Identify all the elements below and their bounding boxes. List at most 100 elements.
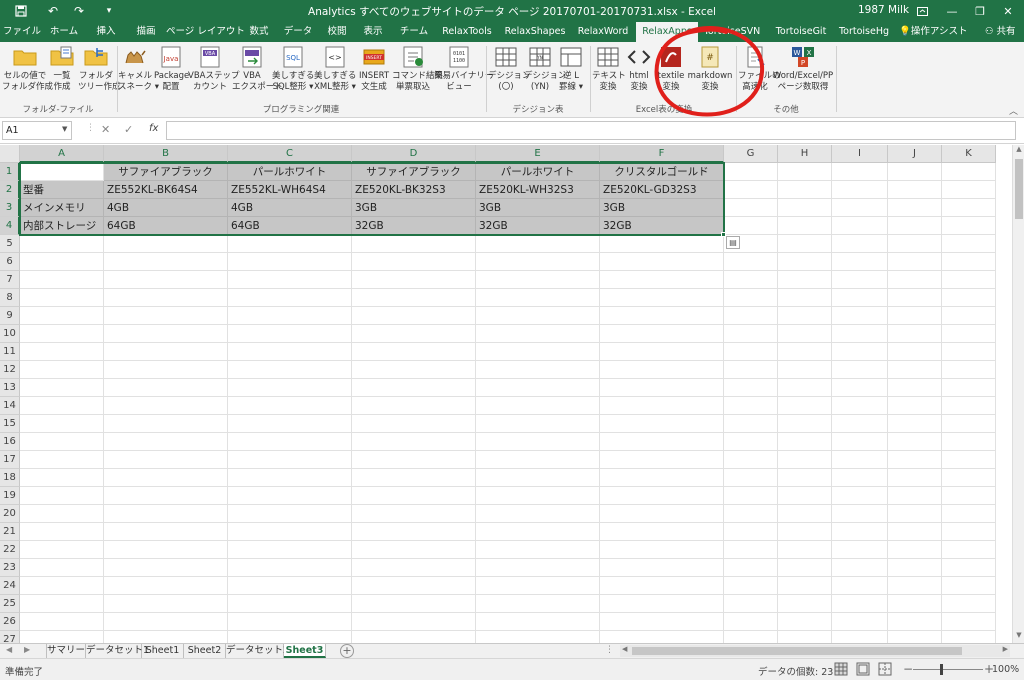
cell-k27[interactable]	[942, 631, 996, 643]
cell-g15[interactable]	[724, 415, 778, 433]
cell-j16[interactable]	[888, 433, 942, 451]
cell-h22[interactable]	[778, 541, 832, 559]
formula-input[interactable]	[166, 121, 1016, 140]
page-break-view-icon[interactable]	[878, 662, 892, 676]
page-layout-view-icon[interactable]	[856, 662, 870, 676]
cell-f27[interactable]	[600, 631, 724, 643]
cell-i4[interactable]	[832, 217, 888, 235]
cell-c15[interactable]	[228, 415, 352, 433]
close-button[interactable]: ✕	[994, 0, 1022, 22]
cell-e23[interactable]	[476, 559, 600, 577]
cell-d24[interactable]	[352, 577, 476, 595]
cell-a20[interactable]	[20, 505, 104, 523]
cell-c17[interactable]	[228, 451, 352, 469]
row-header-14[interactable]: 14	[0, 397, 20, 415]
cell-e9[interactable]	[476, 307, 600, 325]
column-header-k[interactable]: K	[942, 145, 996, 163]
cell-b19[interactable]	[104, 487, 228, 505]
column-header-f[interactable]: F	[600, 145, 724, 163]
cell-d2[interactable]: ZE520KL-BK32S3	[352, 181, 476, 199]
cell-g12[interactable]	[724, 361, 778, 379]
cell-h10[interactable]	[778, 325, 832, 343]
cell-a21[interactable]	[20, 523, 104, 541]
row-header-12[interactable]: 12	[0, 361, 20, 379]
cell-i22[interactable]	[832, 541, 888, 559]
cell-j5[interactable]	[888, 235, 942, 253]
sheet-tab-sheet3[interactable]: Sheet3	[284, 644, 326, 658]
cell-g24[interactable]	[724, 577, 778, 595]
cell-e5[interactable]	[476, 235, 600, 253]
row-header-10[interactable]: 10	[0, 325, 20, 343]
cell-h25[interactable]	[778, 595, 832, 613]
cell-k24[interactable]	[942, 577, 996, 595]
cell-c14[interactable]	[228, 397, 352, 415]
cell-i15[interactable]	[832, 415, 888, 433]
cell-k23[interactable]	[942, 559, 996, 577]
cell-f13[interactable]	[600, 379, 724, 397]
zoom-level[interactable]: 100%	[992, 664, 1019, 675]
cell-h23[interactable]	[778, 559, 832, 577]
cell-d8[interactable]	[352, 289, 476, 307]
cell-f6[interactable]	[600, 253, 724, 271]
cell-i1[interactable]	[832, 163, 888, 181]
cell-i25[interactable]	[832, 595, 888, 613]
cell-f4[interactable]: 32GB	[600, 217, 724, 235]
cell-d9[interactable]	[352, 307, 476, 325]
cell-d11[interactable]	[352, 343, 476, 361]
cell-f1[interactable]: クリスタルゴールド	[600, 163, 724, 181]
scroll-left-icon[interactable]: ◀	[622, 645, 627, 653]
cell-f9[interactable]	[600, 307, 724, 325]
scroll-right-icon[interactable]: ▶	[1003, 645, 1008, 653]
row-header-11[interactable]: 11	[0, 343, 20, 361]
cell-e4[interactable]: 32GB	[476, 217, 600, 235]
cell-f12[interactable]	[600, 361, 724, 379]
camel-snake-button[interactable]: キャメル スネーク ▾	[118, 45, 159, 101]
cell-g2[interactable]	[724, 181, 778, 199]
xml-format-button[interactable]: <> 美しすぎる XML整形 ▾	[314, 45, 356, 101]
cell-a27[interactable]	[20, 631, 104, 643]
ribbon-display-icon[interactable]	[908, 0, 936, 22]
cell-b18[interactable]	[104, 469, 228, 487]
cell-g14[interactable]	[724, 397, 778, 415]
cell-d12[interactable]	[352, 361, 476, 379]
cell-e2[interactable]: ZE520KL-WH32S3	[476, 181, 600, 199]
sheet-tab-dataset1[interactable]: データセット1	[86, 644, 149, 658]
cell-i3[interactable]	[832, 199, 888, 217]
cell-c4[interactable]: 64GB	[228, 217, 352, 235]
cell-e17[interactable]	[476, 451, 600, 469]
row-header-3[interactable]: 3	[0, 199, 20, 217]
cell-b9[interactable]	[104, 307, 228, 325]
cell-h27[interactable]	[778, 631, 832, 643]
cell-b22[interactable]	[104, 541, 228, 559]
cell-k7[interactable]	[942, 271, 996, 289]
cell-g17[interactable]	[724, 451, 778, 469]
cell-j4[interactable]	[888, 217, 942, 235]
create-folder-from-cell-button[interactable]: セルの値で フォルダ作成	[2, 45, 53, 101]
cell-h8[interactable]	[778, 289, 832, 307]
cell-h19[interactable]	[778, 487, 832, 505]
cell-d14[interactable]	[352, 397, 476, 415]
cell-f20[interactable]	[600, 505, 724, 523]
cell-k12[interactable]	[942, 361, 996, 379]
customize-quick-access-icon[interactable]: ▾	[96, 2, 122, 20]
column-header-d[interactable]: D	[352, 145, 476, 163]
cell-g8[interactable]	[724, 289, 778, 307]
cell-f14[interactable]	[600, 397, 724, 415]
cell-d10[interactable]	[352, 325, 476, 343]
cell-f10[interactable]	[600, 325, 724, 343]
cell-k17[interactable]	[942, 451, 996, 469]
cell-i27[interactable]	[832, 631, 888, 643]
cell-b17[interactable]	[104, 451, 228, 469]
cell-a19[interactable]	[20, 487, 104, 505]
cell-j15[interactable]	[888, 415, 942, 433]
cell-e14[interactable]	[476, 397, 600, 415]
cell-g6[interactable]	[724, 253, 778, 271]
cell-b21[interactable]	[104, 523, 228, 541]
cell-i13[interactable]	[832, 379, 888, 397]
cell-d21[interactable]	[352, 523, 476, 541]
cell-j23[interactable]	[888, 559, 942, 577]
cell-i26[interactable]	[832, 613, 888, 631]
minimize-button[interactable]: —	[938, 0, 966, 22]
cell-b16[interactable]	[104, 433, 228, 451]
cell-i12[interactable]	[832, 361, 888, 379]
